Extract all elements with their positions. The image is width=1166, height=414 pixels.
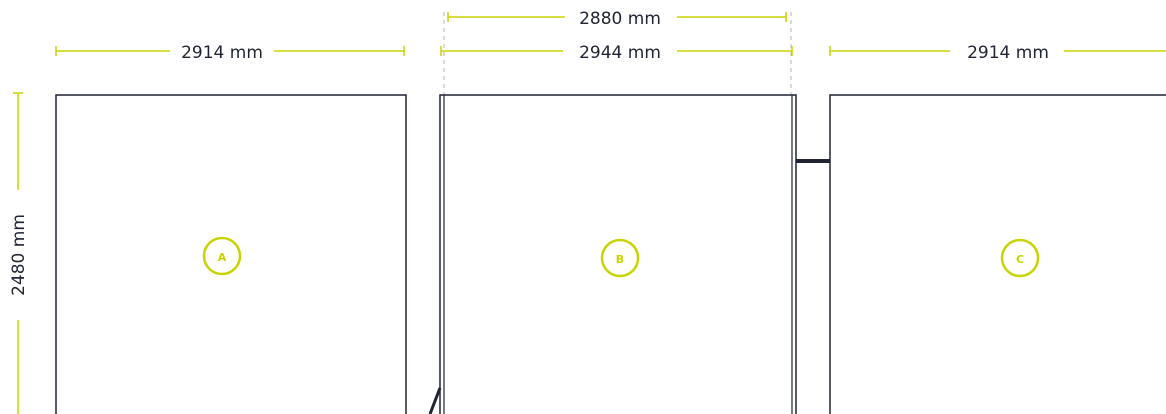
panel-a: A [55,94,407,414]
panel-a-width-label: 2914 mm [181,43,263,63]
panel-c-badge: C [1016,253,1024,266]
panel-b-badge: B [616,253,624,266]
dimension-panel-b-inner-width: 2880 mm [447,9,787,29]
panel-b-inner-width-label: 2880 mm [579,9,661,29]
panel-b: B [428,94,797,414]
dimension-panel-c-width: 2914 mm [829,43,1166,63]
dimension-height: 2480 mm [9,92,29,414]
dimension-panel-a-width: 2914 mm [55,43,405,63]
layout-diagram: 2914 mm 2880 mm 2944 mm 2914 mm 2480 mm … [9,9,1166,414]
dimension-panel-b-outer-width: 2944 mm [440,43,793,63]
height-label: 2480 mm [9,214,29,296]
panel-c: C [829,94,1166,414]
panel-b-outer-width-label: 2944 mm [579,43,661,63]
panel-c-width-label: 2914 mm [967,43,1049,63]
panel-a-badge: A [218,251,227,264]
